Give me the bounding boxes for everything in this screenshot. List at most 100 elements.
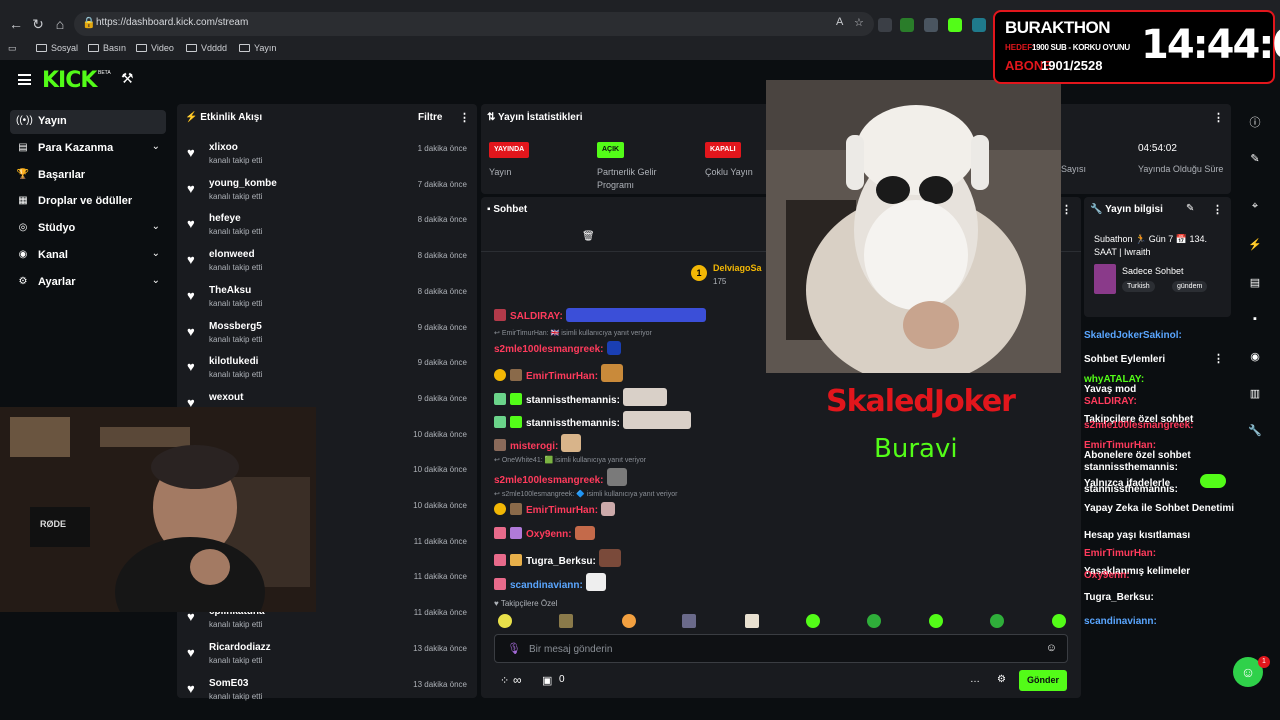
back-icon[interactable]: ←	[6, 14, 26, 34]
scan-icon[interactable]: ⌖	[1247, 200, 1263, 213]
extension-icon[interactable]	[924, 18, 938, 32]
category-name[interactable]: Sadece Sohbet	[1122, 266, 1184, 276]
tabs-icon[interactable]: ▭	[8, 43, 17, 54]
home-icon[interactable]: ⌂	[50, 14, 70, 34]
mod-chat-line[interactable]: Sohbet Eylemleri	[1084, 354, 1165, 365]
more-icon[interactable]: ⋮	[1213, 352, 1224, 365]
toggle-switch[interactable]	[1200, 474, 1226, 488]
follow-event-row[interactable]: ♥ Ricardodiazz kanalı takip etti 13 dakika …	[177, 642, 477, 676]
broadcast-icon[interactable]: ◉	[1247, 350, 1263, 363]
chat-message[interactable]: Oxy9enn:	[494, 526, 595, 540]
mod-chat-line[interactable]: Yapay Zeka ile Sohbet Denetimi	[1084, 503, 1234, 514]
mod-chat-line[interactable]: SkaledJokerSakinol:	[1084, 330, 1182, 341]
sidebar-item-para-kazanma[interactable]: ▤ Para Kazanma ⌄	[10, 137, 166, 161]
more-icon[interactable]: ⋮	[459, 111, 470, 124]
extension-icon[interactable]	[900, 18, 914, 32]
chat-message[interactable]: stannissthemannis:	[494, 411, 691, 429]
emote-button[interactable]	[622, 614, 636, 628]
favorite-icon[interactable]: ☆	[854, 16, 864, 29]
emote-button[interactable]	[498, 614, 512, 628]
chat-message[interactable]: s2mle100lesmangreek:	[494, 468, 627, 486]
follow-event-row[interactable]: ♥ kilotlukedi kanalı takip etti 9 dakika ön…	[177, 356, 477, 390]
chat-message[interactable]: EmirTimurHan:	[494, 502, 616, 516]
follow-event-row[interactable]: ♥ hefeye kanalı takip etti 8 dakika önce	[177, 213, 477, 247]
emote-button[interactable]	[559, 614, 573, 628]
extension-icon[interactable]	[878, 18, 892, 32]
sidebar-item-basarilar[interactable]: 🏆 Başarılar	[10, 164, 166, 188]
document-icon[interactable]: ▤	[1247, 276, 1263, 289]
follow-event-row[interactable]: ♥ xlixoo kanalı takip etti 1 dakika önce	[177, 142, 477, 176]
follow-event-row[interactable]: ♥ young_kombe kanalı takip etti 7 dakika ön…	[177, 178, 477, 212]
follow-event-row[interactable]: ♥ TheAksu kanalı takip etti 8 dakika önce	[177, 285, 477, 319]
emote-button[interactable]	[929, 614, 943, 628]
chat-message[interactable]: s2mle100lesmangreek:	[494, 341, 621, 355]
store-icon[interactable]: ▣	[542, 674, 552, 687]
bolt-icon[interactable]: ⚡	[1247, 238, 1263, 251]
microphone-icon[interactable]: 🎙	[507, 642, 521, 655]
mod-chat-line[interactable]: Tugra_Berksu:	[1084, 592, 1154, 603]
pinned-user[interactable]: DelviagoSa	[713, 263, 762, 273]
kick-logo[interactable]: KICK	[42, 68, 97, 93]
chat-message[interactable]: stannissthemannis:	[494, 388, 667, 406]
chat-message[interactable]: misterogi:	[494, 434, 582, 452]
more-icon[interactable]: ⋮	[1213, 111, 1224, 124]
mod-chat-line[interactable]: scandinaviann:	[1084, 616, 1157, 627]
follow-event-row[interactable]: ♥ elonweed kanalı takip etti 8 dakika önce	[177, 249, 477, 283]
read-aloud-icon[interactable]: A	[836, 16, 843, 28]
emoji-icon[interactable]: ☺	[1046, 642, 1057, 654]
mod-chat-line[interactable]: Hesap yaşı kısıtlaması	[1084, 530, 1190, 541]
mod-chat-line[interactable]: stannissthemannis:	[1084, 484, 1178, 495]
layout-icon[interactable]: ▥	[1247, 387, 1263, 400]
menu-icon[interactable]	[18, 74, 31, 85]
sidebar-item-studyo[interactable]: ◎ Stüdyo ⌄	[10, 217, 166, 241]
reload-icon[interactable]: ↻	[28, 14, 48, 34]
bookmark-video[interactable]: Video	[136, 43, 174, 53]
bookmark-basin[interactable]: Basın	[88, 43, 126, 53]
tag[interactable]: gündem	[1172, 281, 1208, 292]
chat-input[interactable]: 🎙 Bir mesaj gönderin ☺	[494, 634, 1068, 663]
emote-button[interactable]	[867, 614, 881, 628]
gear-icon[interactable]: ⚙	[997, 674, 1006, 685]
address-bar[interactable]: 🔒 https://dashboard.kick.com/stream A ☆	[74, 12, 874, 36]
info-icon[interactable]: ⓘ	[1247, 114, 1263, 130]
mod-chat-line[interactable]: Abonelere özel sohbet	[1084, 450, 1191, 461]
mod-chat-line[interactable]: Yavaş mod	[1084, 384, 1136, 395]
chat-message[interactable]: EmirTimurHan:	[494, 364, 624, 382]
mod-chat-line[interactable]: Oxy9enn:	[1084, 570, 1130, 581]
filter-button[interactable]: Filtre	[418, 112, 442, 123]
tag[interactable]: Turkish	[1122, 281, 1155, 292]
send-button[interactable]: Gönder	[1019, 670, 1067, 691]
mod-chat-line[interactable]: EmirTimurHan:	[1084, 548, 1156, 559]
more-icon[interactable]: ⋮	[1212, 203, 1223, 216]
edit-icon[interactable]: ✎	[1186, 203, 1194, 214]
sidebar-item-droplar[interactable]: ▦ Droplar ve ödüller	[10, 190, 166, 214]
hammer-icon[interactable]: ⚒	[121, 70, 134, 87]
trash-icon[interactable]: 🗑	[582, 231, 595, 242]
emote-button[interactable]	[745, 614, 759, 628]
emote-button[interactable]	[682, 614, 696, 628]
emote-button[interactable]	[990, 614, 1004, 628]
mod-chat-line[interactable]: s2mle100lesmangreek:	[1084, 420, 1194, 431]
emote-button[interactable]	[1052, 614, 1066, 628]
sidebar-item-ayarlar[interactable]: ⚙ Ayarlar ⌄	[10, 271, 166, 295]
wrench-icon[interactable]: 🔧	[1247, 424, 1263, 437]
kick-extension-icon[interactable]	[948, 18, 962, 32]
follow-event-row[interactable]: ♥ SomE03 kanalı takip etti 13 dakika önce	[177, 678, 477, 712]
chat-message[interactable]: SALDIRAY:	[494, 308, 706, 322]
emote-button[interactable]	[806, 614, 820, 628]
chat-settings-icon[interactable]: …	[970, 674, 980, 685]
chat-message[interactable]: Tugra_Berksu:	[494, 549, 621, 567]
bookmark-sosyal[interactable]: Sosyal	[36, 43, 78, 53]
pencil-icon[interactable]: ✎	[1247, 152, 1263, 165]
bookmark-yayin[interactable]: Yayın	[239, 43, 276, 53]
more-icon[interactable]: ⋮	[1061, 203, 1072, 216]
follow-event-row[interactable]: ♥ Mossberg5 kanalı takip etti 9 dakika önce	[177, 321, 477, 355]
extension-icon[interactable]	[972, 18, 986, 32]
mod-chat-line[interactable]: stannissthemannis:	[1084, 462, 1178, 473]
mod-chat-line[interactable]: SALDIRAY:	[1084, 396, 1137, 407]
chat-message[interactable]: scandinaviann:	[494, 573, 606, 591]
sidebar-item-yayin[interactable]: ((•)) Yayın	[10, 110, 166, 134]
chat-icon[interactable]: ▪	[1247, 313, 1263, 325]
sidebar-item-kanal[interactable]: ◉ Kanal ⌄	[10, 244, 166, 268]
bookmark-vdddd[interactable]: Vdddd	[186, 43, 227, 53]
